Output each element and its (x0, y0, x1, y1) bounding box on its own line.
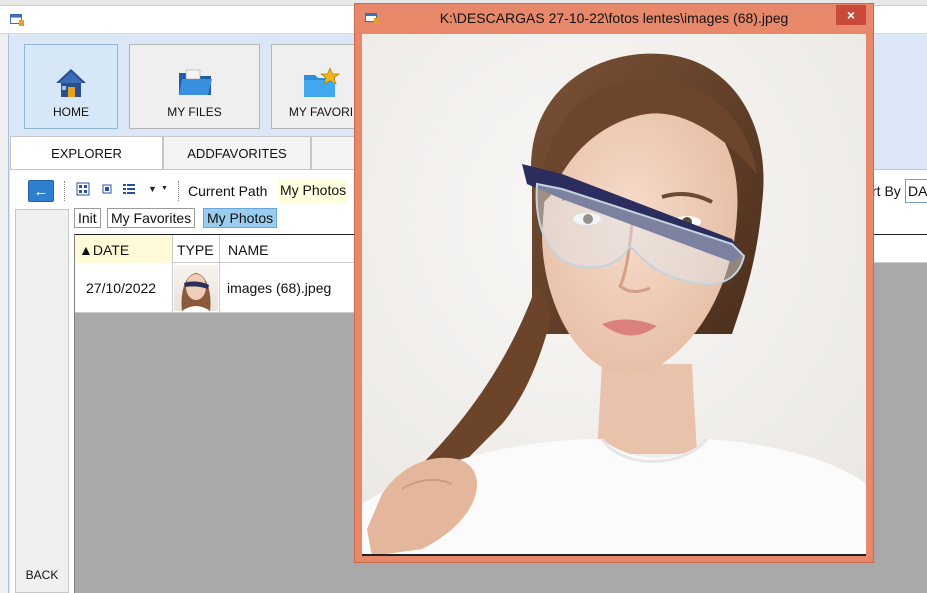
my-files-button[interactable]: MY FILES (129, 44, 260, 129)
sort-by-label: rt By (872, 183, 901, 199)
viewer-photo (362, 34, 866, 556)
home-button-label: HOME (53, 105, 89, 119)
viewer-title: K:\DESCARGAS 27-10-22\fotos lentes\image… (439, 10, 789, 26)
toolbar-grip-2 (178, 181, 181, 201)
viewer-titlebar[interactable]: K:\DESCARGAS 27-10-22\fotos lentes\image… (355, 4, 873, 32)
arrow-left-icon: ← (33, 182, 49, 200)
row-type (173, 263, 220, 313)
small-icons-view-icon[interactable] (100, 182, 114, 196)
folder-icon (178, 69, 212, 95)
breadcrumb-my-photos[interactable]: My Photos (203, 208, 278, 228)
app-window-icon (10, 14, 24, 26)
tab-explorer-label: EXPLORER (51, 146, 122, 161)
close-button[interactable]: × (836, 5, 866, 25)
tab-addfavorites[interactable]: ADDFAVORITES (163, 136, 311, 169)
row-name: images (68).jpeg (220, 263, 355, 313)
favorite-folder-icon (304, 67, 340, 97)
column-date[interactable]: ▲DATE (75, 235, 173, 264)
image-viewer-window: K:\DESCARGAS 27-10-22\fotos lentes\image… (354, 3, 874, 563)
current-path-value: My Photos (278, 179, 349, 203)
view-dropdown-icon[interactable]: ▼ (148, 184, 157, 194)
portrait-photo (362, 34, 866, 554)
tab-addfavorites-label: ADDFAVORITES (187, 145, 287, 161)
table-row[interactable]: 27/10/2022 images (68).jpeg (75, 263, 355, 313)
breadcrumb-my-favorites[interactable]: My Favorites (107, 208, 196, 228)
toolbar-overflow-icon[interactable]: ▼ (161, 185, 168, 192)
toolbar-grip (64, 181, 67, 201)
my-favorites-button-label: MY FAVORI (288, 105, 354, 119)
close-icon: × (846, 7, 856, 23)
large-icons-view-icon[interactable] (76, 182, 90, 196)
sort-by-select[interactable]: DA (905, 179, 927, 203)
home-icon (56, 69, 86, 97)
image-thumbnail (174, 265, 218, 311)
list-view-icon[interactable] (122, 182, 136, 196)
my-files-button-label: MY FILES (167, 105, 222, 119)
home-button[interactable]: HOME (24, 44, 118, 129)
back-button-label: BACK (25, 568, 59, 582)
breadcrumb-init[interactable]: Init (74, 208, 101, 228)
back-button[interactable]: BACK (15, 209, 69, 593)
row-date: 27/10/2022 (75, 263, 173, 313)
current-path-label: Current Path (188, 183, 268, 199)
navigate-back-button[interactable]: ← (28, 180, 54, 202)
column-type[interactable]: TYPE (173, 235, 220, 264)
tab-blank[interactable] (311, 136, 355, 169)
tab-explorer[interactable]: EXPLORER (10, 136, 163, 170)
